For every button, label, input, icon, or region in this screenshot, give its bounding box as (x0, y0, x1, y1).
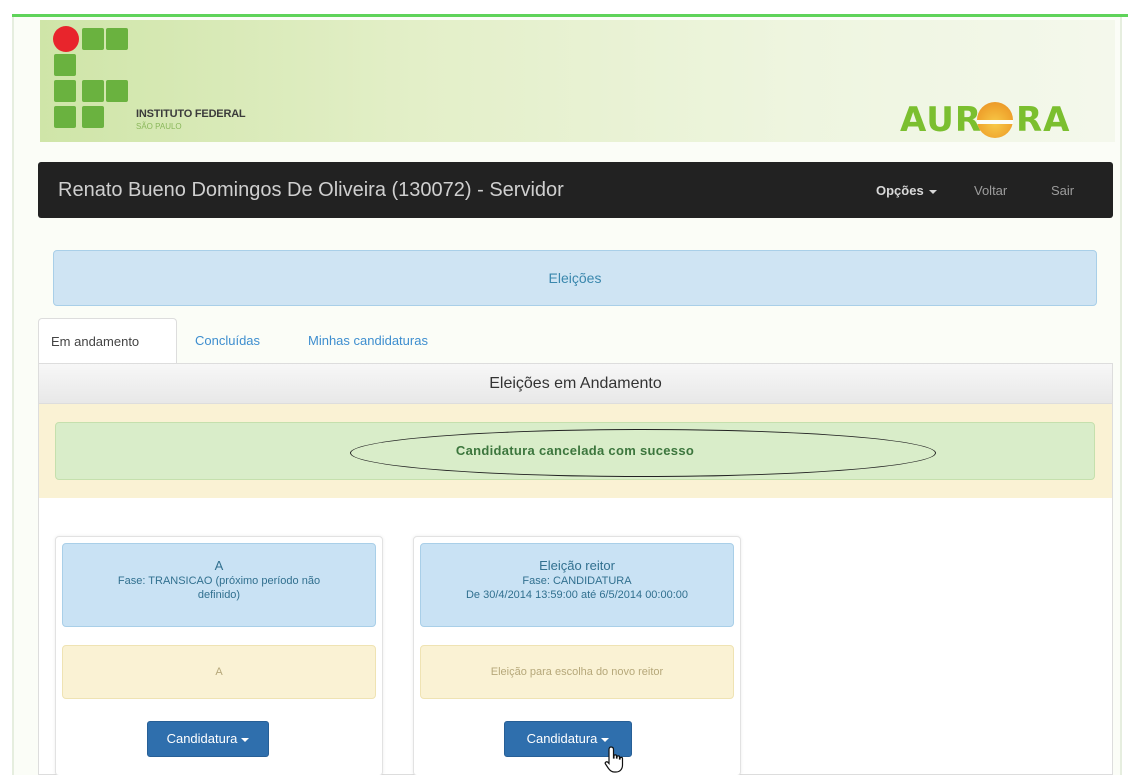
logo-square-icon (82, 28, 104, 50)
logo-square-icon (106, 80, 128, 102)
page: INSTITUTO FEDERAL SÃO PAULO AUR RA Renat… (0, 0, 1128, 775)
hand-cursor-icon (604, 746, 624, 773)
candidacy-button[interactable]: Candidatura (147, 721, 269, 757)
candidacy-button-label: Candidatura (526, 731, 598, 746)
election-title: Eleição reitor (539, 558, 615, 573)
alert-band: Candidatura cancelada com sucesso (39, 404, 1112, 498)
success-alert: Candidatura cancelada com sucesso (55, 422, 1095, 480)
caret-down-icon (241, 737, 250, 742)
back-link[interactable]: Voltar (974, 183, 1007, 198)
exit-link[interactable]: Sair (1051, 183, 1074, 198)
institute-logo: INSTITUTO FEDERAL SÃO PAULO (52, 24, 282, 138)
tab-completed[interactable]: Concluídas (183, 318, 272, 364)
elections-panel: Eleições em Andamento Candidatura cancel… (38, 363, 1113, 775)
tabs: Em andamento Concluídas Minhas candidatu… (38, 318, 1113, 364)
election-card-header: A Fase: TRANSICAO (próximo período não d… (62, 543, 376, 627)
election-title: A (214, 558, 224, 573)
aurora-logo-left: AUR (900, 100, 983, 140)
election-card: A Fase: TRANSICAO (próximo período não d… (55, 536, 383, 775)
logo-square-icon (54, 54, 76, 76)
logo-square-icon (106, 28, 128, 50)
caret-down-icon (601, 737, 610, 742)
page-title: Eleições (53, 250, 1097, 306)
logo-square-icon (82, 106, 104, 128)
aurora-logo-right: RA (1016, 100, 1071, 140)
logo-square-icon (54, 106, 76, 128)
highlight-ellipse (350, 429, 936, 477)
aurora-logo: AUR RA (900, 100, 1100, 140)
tab-in-progress[interactable]: Em andamento (38, 318, 177, 364)
election-phase: Fase: CANDIDATURA (522, 575, 632, 587)
election-dates: De 30/4/2014 13:59:00 até 6/5/2014 00:00… (465, 589, 689, 601)
election-description: Eleição para escolha do novo reitor (420, 645, 734, 699)
user-identity[interactable]: Renato Bueno Domingos De Oliveira (13007… (58, 179, 564, 202)
election-description: A (62, 645, 376, 699)
tab-my-candidacies[interactable]: Minhas candidaturas (296, 318, 440, 364)
election-card: Eleição reitor Fase: CANDIDATURA De 30/4… (413, 536, 741, 775)
logo-square-icon (54, 80, 76, 102)
logo-title: INSTITUTO FEDERAL (136, 108, 246, 120)
options-dropdown[interactable]: Opções (876, 183, 937, 198)
caret-down-icon (928, 189, 937, 194)
candidacy-button-label: Candidatura (166, 731, 238, 746)
panel-heading: Eleições em Andamento (39, 364, 1112, 404)
election-card-header: Eleição reitor Fase: CANDIDATURA De 30/4… (420, 543, 734, 627)
top-navbar: Renato Bueno Domingos De Oliveira (13007… (38, 162, 1113, 218)
logo-square-icon (82, 80, 104, 102)
logo-subtitle: SÃO PAULO (136, 122, 182, 131)
options-label: Opções (876, 183, 924, 198)
election-phase: Fase: TRANSICAO (próximo período não def… (117, 575, 321, 601)
logo-red-dot-icon (53, 26, 79, 52)
sun-icon (977, 102, 1013, 138)
